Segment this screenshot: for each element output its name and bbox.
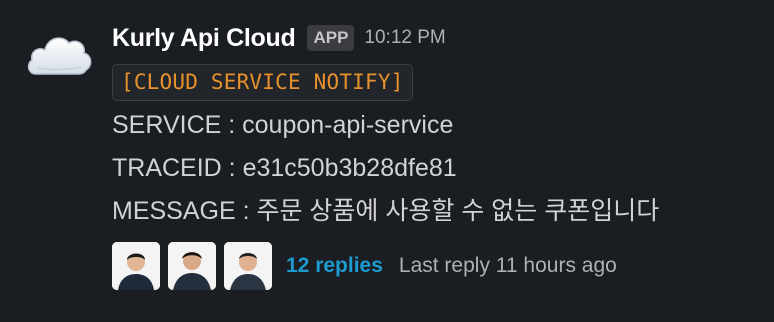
cloud-icon[interactable] [24,24,96,88]
participant-avatar-2[interactable] [168,242,216,290]
message-body: Kurly Api Cloud APP 10:12 PM [CLOUD SERV… [112,18,762,290]
message-container: Kurly Api Cloud APP 10:12 PM [CLOUD SERV… [0,0,774,322]
message-line: MESSAGE : 주문 상품에 사용할 수 없는 쿠폰입니다 [112,197,660,225]
participant-avatar-3[interactable] [224,242,272,290]
last-reply-time: Last reply 11 hours ago [398,254,617,277]
replies-link[interactable]: 12 replies [286,254,383,278]
service-line: SERVICE : coupon-api-service [112,111,454,139]
thread-summary[interactable]: 12 replies Last reply 11 hours ago [112,242,762,290]
message-header: Kurly Api Cloud APP 10:12 PM [112,18,762,58]
traceid-line: TRACEID : e31c50b3b28dfe81 [112,154,457,182]
sender-name[interactable]: Kurly Api Cloud [112,24,296,53]
message-timestamp[interactable]: 10:12 PM [364,27,445,49]
inline-code-block: [CLOUD SERVICE NOTIFY] [112,64,413,101]
participant-avatar-1[interactable] [112,242,160,290]
app-badge: APP [307,25,355,51]
